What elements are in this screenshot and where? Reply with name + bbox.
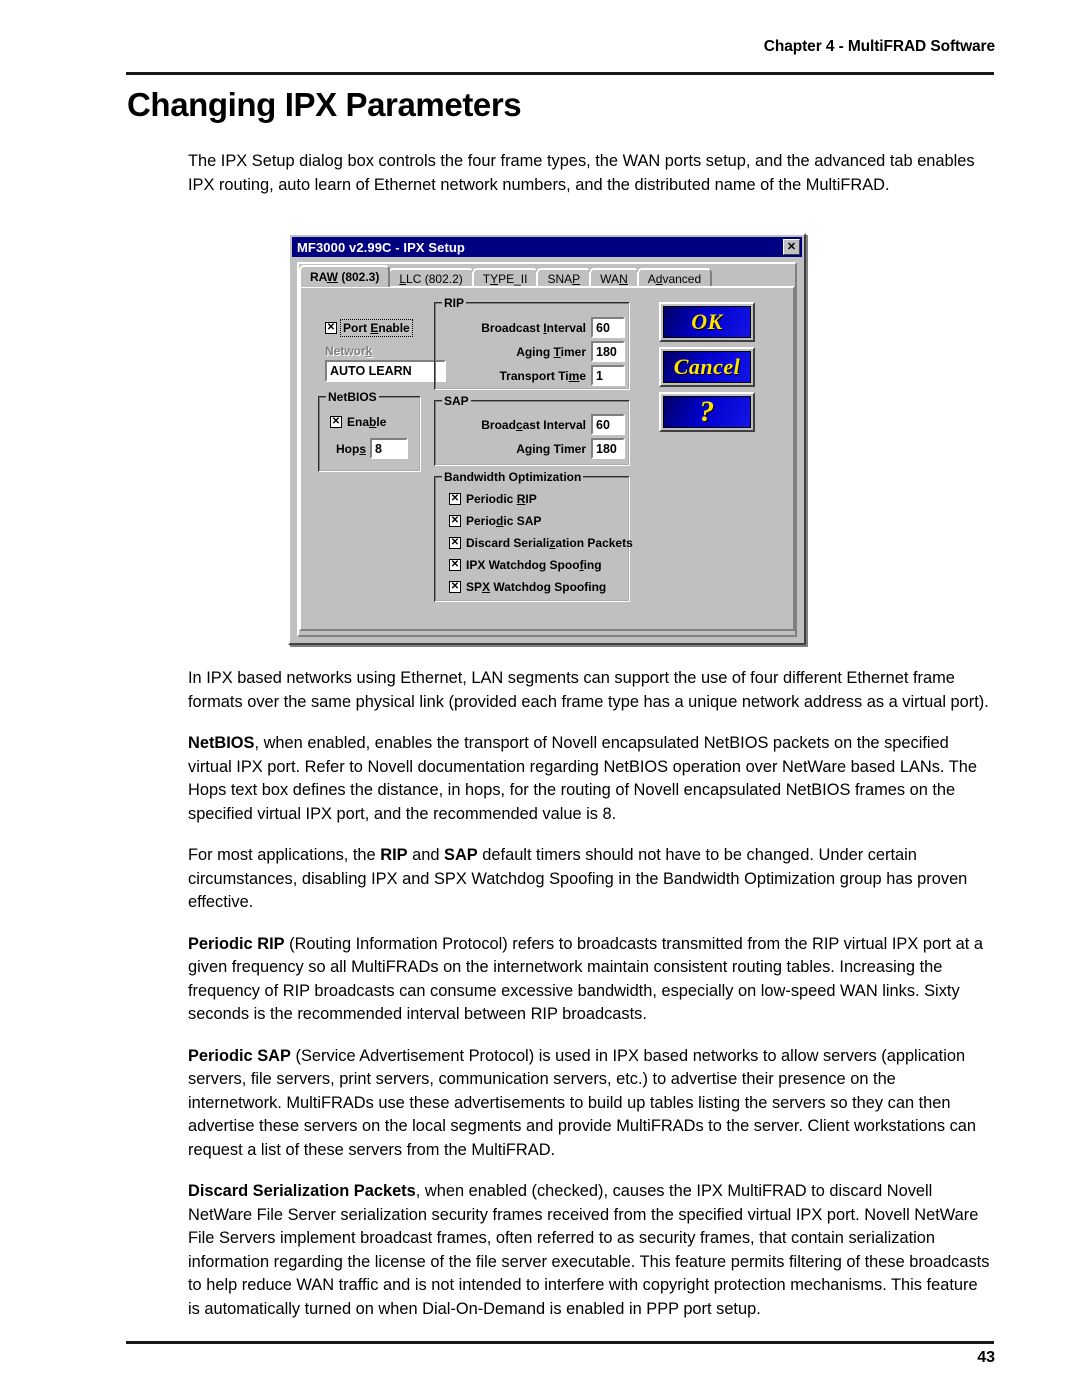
port-enable-label: Port Enable xyxy=(340,319,413,337)
close-icon[interactable]: ✕ xyxy=(783,239,800,255)
paragraph-netbios-text: , when enabled, enables the transport of… xyxy=(188,734,977,823)
intro-paragraph: The IPX Setup dialog box controls the fo… xyxy=(188,152,975,194)
help-button-label: ? xyxy=(699,395,715,428)
discard-serialization-packets-checkbox[interactable]: ✕ Discard Serialization Packets xyxy=(449,536,633,550)
periodic-rip-checkbox[interactable]: ✕ Periodic RIP xyxy=(449,492,537,506)
checkbox-checked-icon: ✕ xyxy=(449,493,461,505)
tab-page-raw: ✕ Port Enable Network AUTO LEARN NetBIOS… xyxy=(299,286,795,631)
periodic-rip-label: Periodic RIP xyxy=(466,492,537,506)
running-header: Chapter 4 - MultiFRAD Software xyxy=(763,38,995,55)
lead-discard-serialization: Discard Serialization Packets xyxy=(188,1182,416,1200)
checkbox-checked-icon: ✕ xyxy=(449,515,461,527)
paragraph-periodic-rip-text: (Routing Information Protocol) refers to… xyxy=(188,934,983,1024)
checkbox-checked-icon: ✕ xyxy=(325,322,337,334)
checkbox-checked-icon: ✕ xyxy=(330,416,342,428)
bandwidth-optimization-title: Bandwidth Optimization xyxy=(442,470,584,484)
dialog-title: MF3000 v2.99C - IPX Setup xyxy=(297,239,465,255)
help-button[interactable]: ? xyxy=(659,392,755,432)
paragraph-periodic-sap-text: (Service Advertisement Protocol) is used… xyxy=(188,1046,977,1159)
footer-rule xyxy=(126,1341,994,1344)
lead-rip: RIP xyxy=(380,846,408,864)
paragraph-periodic-sap: Periodic SAP (Service Advertisement Prot… xyxy=(188,1045,990,1163)
netbios-enable-checkbox[interactable]: ✕ Enable xyxy=(330,415,386,429)
periodic-sap-label: Periodic SAP xyxy=(466,514,542,528)
rip-aging-timer-field[interactable]: 180 xyxy=(591,341,625,362)
tab-raw-802-3[interactable]: RAW (802.3) xyxy=(299,265,391,287)
tab-wan[interactable]: WAN xyxy=(589,268,639,287)
page-number: 43 xyxy=(977,1349,995,1366)
bandwidth-optimization-group: Bandwidth Optimization ✕ Periodic RIP ✕ … xyxy=(434,470,633,602)
ok-button[interactable]: OK xyxy=(659,302,755,342)
network-label: Network xyxy=(325,344,373,358)
tab-llc-802-2[interactable]: LLC (802.2) xyxy=(388,268,474,287)
lead-netbios: NetBIOS xyxy=(188,734,255,752)
sap-broadcast-interval-field[interactable]: 60 xyxy=(591,414,625,435)
rip-group: RIP Broadcast Interval 60 Aging Timer 18… xyxy=(434,296,630,390)
checkbox-checked-icon: ✕ xyxy=(449,581,461,593)
port-enable-checkbox[interactable]: ✕ Port Enable xyxy=(325,319,413,337)
tab-strip: RAW (802.3) LLC (802.2) TYPE_II SNAP WAN… xyxy=(299,265,795,287)
periodic-sap-checkbox[interactable]: ✕ Periodic SAP xyxy=(449,514,541,528)
netbios-group: NetBIOS ✕ Enable Hops 8 xyxy=(318,390,421,472)
intro-paragraph-block: The IPX Setup dialog box controls the fo… xyxy=(188,150,988,215)
cancel-button[interactable]: Cancel xyxy=(659,347,755,387)
network-field[interactable]: AUTO LEARN xyxy=(325,360,446,382)
document-page: Chapter 4 - MultiFRAD Software Changing … xyxy=(0,0,1080,1397)
tab-advanced[interactable]: Advanced xyxy=(636,268,713,287)
lead-periodic-sap: Periodic SAP xyxy=(188,1046,291,1065)
spx-watchdog-spoofing-checkbox[interactable]: ✕ SPX Watchdog Spoofing xyxy=(449,580,606,594)
ipx-watchdog-spoofing-checkbox[interactable]: ✕ IPX Watchdog Spoofing xyxy=(449,558,602,572)
paragraph-rip-sap-timers: For most applications, the RIP and SAP d… xyxy=(188,844,990,915)
ipx-setup-dialog: MF3000 v2.99C - IPX Setup ✕ RAW (802.3) … xyxy=(288,233,806,645)
tab-type-ii[interactable]: TYPE_II xyxy=(471,268,539,287)
spx-watchdog-spoofing-label: SPX Watchdog Spoofing xyxy=(466,580,607,594)
paragraph-periodic-rip: Periodic RIP (Routing Information Protoc… xyxy=(188,933,990,1027)
header-rule xyxy=(126,72,994,75)
sap-aging-timer-label: Aging Timer xyxy=(516,442,586,456)
p3-part-c: and xyxy=(407,846,445,864)
rip-transport-time-field[interactable]: 1 xyxy=(591,365,625,386)
rip-broadcast-interval-field[interactable]: 60 xyxy=(591,317,625,338)
body-copy: In IPX based networks using Ethernet, LA… xyxy=(188,667,990,1321)
tab-snap[interactable]: SNAP xyxy=(536,268,592,287)
cancel-button-label: Cancel xyxy=(673,354,741,379)
netbios-enable-label: Enable xyxy=(347,415,387,429)
rip-aging-timer-label: Aging Timer xyxy=(516,345,586,359)
netbios-group-title: NetBIOS xyxy=(326,390,379,404)
hops-label: Hops xyxy=(335,442,366,456)
paragraph-discard-serialization-text: , when enabled (checked), causes the IPX… xyxy=(188,1182,990,1318)
lead-sap: SAP xyxy=(444,846,478,864)
page-title: Changing IPX Parameters xyxy=(127,86,522,123)
sap-aging-timer-field[interactable]: 180 xyxy=(591,438,625,459)
paragraph-discard-serialization: Discard Serialization Packets, when enab… xyxy=(188,1180,990,1321)
rip-group-title: RIP xyxy=(442,296,467,310)
paragraph-netbios: NetBIOS, when enabled, enables the trans… xyxy=(188,732,990,826)
sap-group-title: SAP xyxy=(442,394,471,408)
p3-part-a: For most applications, the xyxy=(188,846,381,864)
rip-broadcast-interval-label: Broadcast Interval xyxy=(481,321,586,335)
ok-button-label: OK xyxy=(691,309,723,334)
ipx-watchdog-spoofing-label: IPX Watchdog Spoofing xyxy=(466,558,602,572)
rip-transport-time-label: Transport Time xyxy=(499,369,586,383)
paragraph-ipx-frames: In IPX based networks using Ethernet, LA… xyxy=(188,669,989,711)
checkbox-checked-icon: ✕ xyxy=(449,559,461,571)
lead-periodic-rip: Periodic RIP xyxy=(188,934,285,953)
hops-field[interactable]: 8 xyxy=(370,438,408,459)
discard-serialization-packets-label: Discard Serialization Packets xyxy=(466,536,633,550)
dialog-titlebar: MF3000 v2.99C - IPX Setup ✕ xyxy=(292,237,802,257)
sap-group: SAP Broadcast Interval 60 Aging Timer 18… xyxy=(434,394,630,466)
sap-broadcast-interval-label: Broadcast Interval xyxy=(481,418,586,432)
checkbox-checked-icon: ✕ xyxy=(449,537,461,549)
